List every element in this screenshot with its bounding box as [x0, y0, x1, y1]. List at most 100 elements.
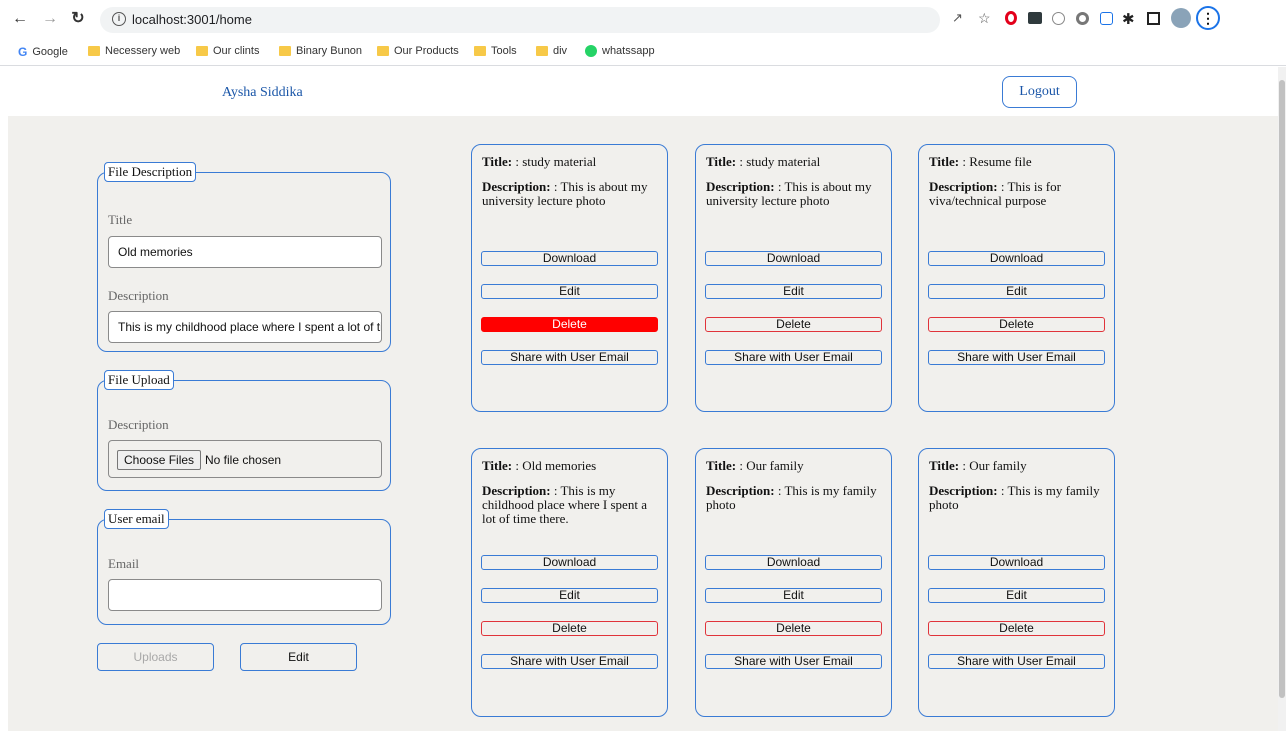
email-input[interactable]: [108, 579, 382, 611]
uploads-button[interactable]: Uploads: [97, 643, 214, 671]
file-description-fieldset: File Description Title Old memories Desc…: [97, 162, 391, 352]
choose-files-button[interactable]: Choose Files: [117, 450, 202, 470]
forward-arrow-icon[interactable]: →: [40, 10, 60, 28]
delete-button[interactable]: Delete: [705, 621, 882, 636]
user-email-legend: User email: [104, 509, 169, 529]
description-key: Description:: [706, 179, 775, 194]
bookmark-folder[interactable]: Binary Bunon: [279, 45, 362, 57]
card-title: Title: : study material: [482, 154, 660, 169]
extension-icon[interactable]: [1028, 12, 1042, 24]
file-card: Title: : Old memories Description: : Thi…: [471, 448, 668, 717]
bookmark-folder[interactable]: Tools: [474, 45, 517, 57]
share-email-button[interactable]: Share with User Email: [928, 350, 1105, 365]
folder-icon: [88, 46, 100, 56]
description-label: Description: [108, 288, 169, 303]
bookmark-label: Our Products: [394, 45, 459, 57]
delete-button[interactable]: Delete: [928, 621, 1105, 636]
screen-record-icon[interactable]: [1100, 12, 1113, 25]
bookmark-star-icon[interactable]: ☆: [978, 10, 994, 26]
opera-extension-icon[interactable]: [1005, 11, 1017, 25]
logout-button[interactable]: Logout: [1002, 76, 1077, 108]
card-edit-button[interactable]: Edit: [481, 588, 658, 603]
title-key: Title:: [929, 154, 960, 169]
whatsapp-icon: [585, 45, 597, 57]
share-email-button[interactable]: Share with User Email: [928, 654, 1105, 669]
card-description: Description: : This is my family photo: [929, 484, 1109, 512]
card-edit-button[interactable]: Edit: [705, 284, 882, 299]
download-button[interactable]: Download: [705, 555, 882, 570]
back-arrow-icon[interactable]: ←: [10, 10, 30, 28]
card-title: Title: : Resume file: [929, 154, 1107, 169]
extension-icon[interactable]: [1076, 12, 1089, 25]
card-title-value: : Our family: [962, 458, 1027, 473]
file-input[interactable]: Choose Files No file chosen: [108, 440, 382, 478]
card-edit-button[interactable]: Edit: [705, 588, 882, 603]
delete-button[interactable]: Delete: [705, 317, 882, 332]
delete-button[interactable]: Delete: [481, 317, 658, 332]
bookmark-google[interactable]: G Google: [18, 45, 68, 59]
share-email-button[interactable]: Share with User Email: [705, 654, 882, 669]
reload-icon[interactable]: ↻: [68, 10, 88, 28]
address-url: localhost:3001/home: [132, 12, 252, 27]
share-email-button[interactable]: Share with User Email: [705, 350, 882, 365]
bookmark-whatsapp[interactable]: whatssapp: [585, 45, 655, 57]
puzzle-extensions-icon[interactable]: ✱: [1122, 10, 1138, 28]
card-title: Title: : Old memories: [482, 458, 660, 473]
edit-button[interactable]: Edit: [240, 643, 357, 671]
card-edit-button[interactable]: Edit: [481, 284, 658, 299]
bookmarks-bar: G Google Necessery web Our clints Binary…: [0, 38, 1286, 66]
extension-icon[interactable]: [1052, 12, 1065, 25]
download-button[interactable]: Download: [705, 251, 882, 266]
share-icon[interactable]: ↗: [952, 10, 968, 26]
main-panel: File Description Title Old memories Desc…: [8, 116, 1278, 731]
bookmark-label: Our clints: [213, 45, 260, 57]
file-upload-legend: File Upload: [104, 370, 174, 390]
delete-button[interactable]: Delete: [481, 621, 658, 636]
side-panel-icon[interactable]: [1147, 12, 1160, 25]
card-description: Description: : This is about my universi…: [706, 180, 886, 208]
user-email-fieldset: User email Email: [97, 509, 391, 625]
file-description-legend: File Description: [104, 162, 197, 182]
description-key: Description:: [482, 179, 551, 194]
bookmark-folder[interactable]: Our clints: [196, 45, 259, 57]
bookmark-label: Tools: [491, 45, 517, 57]
download-button[interactable]: Download: [481, 555, 658, 570]
browser-menu-icon[interactable]: ⋮: [1196, 6, 1220, 30]
profile-avatar[interactable]: [1171, 8, 1191, 28]
site-info-icon[interactable]: i: [112, 12, 126, 26]
title-key: Title:: [929, 458, 960, 473]
download-button[interactable]: Download: [481, 251, 658, 266]
card-description: Description: : This is for viva/technica…: [929, 180, 1109, 208]
card-title: Title: : Our family: [929, 458, 1107, 473]
download-button[interactable]: Download: [928, 555, 1105, 570]
delete-button[interactable]: Delete: [928, 317, 1105, 332]
email-label: Email: [108, 556, 140, 571]
file-card: Title: : Our family Description: : This …: [918, 448, 1115, 717]
no-file-text: No file chosen: [205, 453, 282, 467]
folder-icon: [377, 46, 389, 56]
bookmark-folder[interactable]: Necessery web: [88, 45, 180, 57]
file-upload-fieldset: File Upload Description Choose Files No …: [97, 370, 391, 491]
upload-description-label: Description: [108, 417, 169, 432]
share-email-button[interactable]: Share with User Email: [481, 350, 658, 365]
card-edit-button[interactable]: Edit: [928, 284, 1105, 299]
address-bar[interactable]: i localhost:3001/home: [100, 7, 940, 33]
download-button[interactable]: Download: [928, 251, 1105, 266]
card-title-value: : study material: [515, 154, 597, 169]
app-header: Aysha Siddika Logout: [0, 67, 1278, 116]
card-edit-button[interactable]: Edit: [928, 588, 1105, 603]
description-key: Description:: [929, 483, 998, 498]
folder-icon: [536, 46, 548, 56]
card-title-value: : study material: [739, 154, 821, 169]
title-key: Title:: [482, 458, 513, 473]
bookmark-folder[interactable]: Our Products: [377, 45, 459, 57]
description-input[interactable]: This is my childhood place where I spent…: [108, 311, 382, 343]
folder-icon: [279, 46, 291, 56]
title-input[interactable]: Old memories: [108, 236, 382, 268]
description-key: Description:: [929, 179, 998, 194]
bookmark-folder[interactable]: div: [536, 45, 567, 57]
title-key: Title:: [706, 154, 737, 169]
page-scrollbar-thumb[interactable]: [1279, 80, 1285, 698]
card-title-value: : Resume file: [962, 154, 1032, 169]
share-email-button[interactable]: Share with User Email: [481, 654, 658, 669]
